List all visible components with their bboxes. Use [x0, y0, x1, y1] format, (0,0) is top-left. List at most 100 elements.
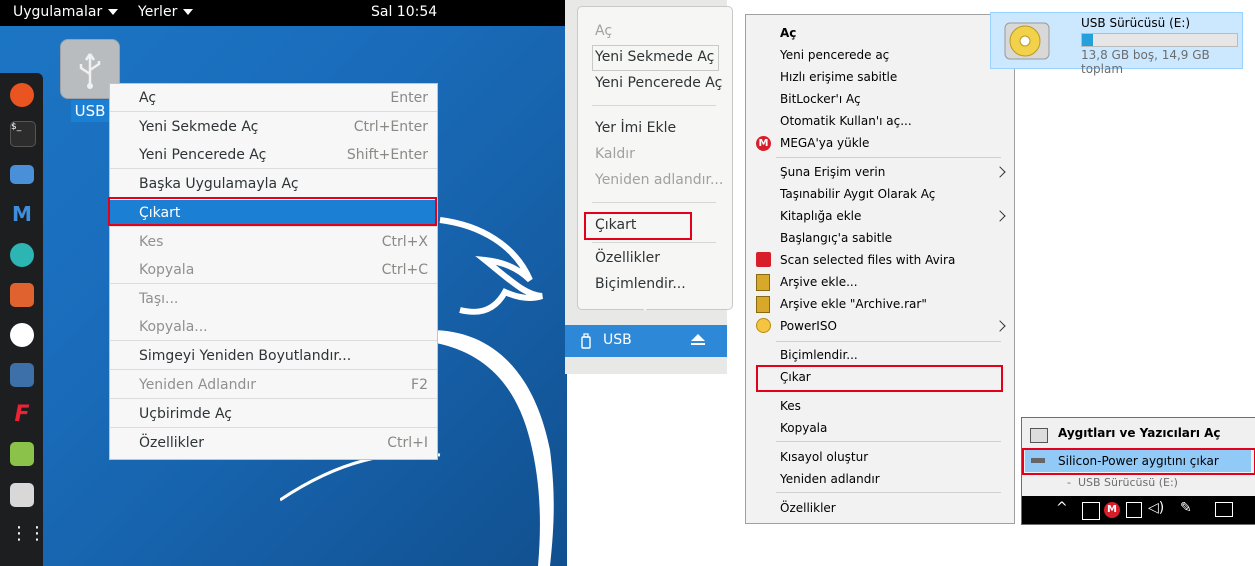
win-item-rename[interactable]: Yeniden adlandır: [780, 472, 880, 486]
pen-icon[interactable]: ✎: [1180, 500, 1192, 516]
win-item-add-archive[interactable]: Arşive ekle...: [780, 275, 858, 289]
volume-icon[interactable]: ◁): [1148, 500, 1164, 516]
gtk-item-open-new-window[interactable]: Yeni Pencerede Aç: [595, 75, 722, 91]
gtk-item-remove[interactable]: Kaldır: [595, 146, 635, 162]
usb-drive-icon: [1004, 22, 1050, 60]
win-item-poweriso[interactable]: PowerISO: [780, 319, 837, 333]
burpsuite-icon[interactable]: [10, 283, 34, 307]
win-item-give-access[interactable]: Şuna Erişim verin: [780, 165, 885, 179]
dropdown-arrow-icon: [108, 9, 119, 15]
beef-icon[interactable]: [10, 363, 34, 387]
menu-separator: [592, 242, 716, 243]
menu-separator: [110, 283, 437, 284]
tray-sub-drive: - USB Sürücüsü (E:): [1067, 476, 1178, 489]
win-item-create-shortcut[interactable]: Kısayol oluştur: [780, 450, 868, 464]
menu-item-open-new-tab[interactable]: Yeni Sekmede Aç Ctrl+Enter: [110, 114, 437, 140]
drive-tile[interactable]: USB Sürücüsü (E:) 13,8 GB boş, 14,9 GB t…: [990, 12, 1243, 76]
gtk-item-rename[interactable]: Yeniden adlandır...: [595, 172, 723, 188]
menu-separator: [110, 369, 437, 370]
gtk-item-open[interactable]: Aç: [595, 23, 612, 39]
submenu-arrow-icon: [994, 210, 1006, 222]
sidebar-item-label: USB: [603, 332, 632, 348]
win-item-avira-scan[interactable]: Scan selected files with Avira: [780, 253, 955, 267]
menu-separator: [776, 492, 1001, 493]
gtk-item-format[interactable]: Biçimlendir...: [595, 276, 686, 292]
winrar-icon: [756, 274, 770, 291]
sidebar-item-usb[interactable]: USB: [565, 325, 727, 357]
menu-item-cut[interactable]: Kes Ctrl+X: [110, 229, 437, 255]
win-item-include-library[interactable]: Kitaplığa ekle: [780, 209, 861, 223]
win-item-cut[interactable]: Kes: [780, 399, 801, 413]
taskbar-tray: ^ M ◁) ✎: [1022, 496, 1255, 524]
safely-remove-icon[interactable]: [1082, 502, 1100, 520]
terminal-icon[interactable]: $_: [10, 121, 36, 147]
win-item-add-archive-rar[interactable]: Arşive ekle "Archive.rar": [780, 297, 927, 311]
popover-arrow: [637, 302, 653, 311]
win-item-open[interactable]: Aç: [780, 26, 796, 40]
win-item-bitlocker[interactable]: BitLocker'ı Aç: [780, 92, 861, 106]
top-bar: Uygulamalar Yerler Sal 10:54: [0, 0, 567, 26]
usb-drive-label[interactable]: USB: [71, 100, 109, 122]
menu-separator: [110, 111, 437, 112]
win-item-pin-start[interactable]: Başlangıç'a sabitle: [780, 231, 892, 245]
folder-icon[interactable]: [10, 165, 34, 184]
menu-separator: [776, 341, 1001, 342]
win-item-mega-upload[interactable]: MEGA'ya yükle: [780, 136, 869, 150]
gtk-item-properties[interactable]: Özellikler: [595, 250, 660, 266]
menu-item-copy[interactable]: Kopyala Ctrl+C: [110, 257, 437, 283]
win-item-pin-quick-access[interactable]: Hızlı erişime sabitle: [780, 70, 897, 84]
mega-icon: M: [756, 136, 771, 151]
menu-separator: [776, 157, 1001, 158]
chevron-up-icon[interactable]: ^: [1056, 500, 1068, 516]
armitage-icon[interactable]: [10, 243, 34, 267]
gtk-item-open-new-tab[interactable]: Yeni Sekmede Aç: [595, 49, 714, 65]
menu-item-open-terminal[interactable]: Uçbirimde Aç: [110, 401, 437, 427]
menu-separator: [110, 427, 437, 428]
menu-item-rename[interactable]: Yeniden Adlandır F2: [110, 372, 437, 398]
usb-drive-icon: [581, 333, 591, 349]
menu-item-move-to[interactable]: Taşı...: [110, 286, 437, 312]
clock[interactable]: Sal 10:54: [371, 4, 437, 20]
faraday-icon[interactable]: F: [10, 403, 34, 427]
win-item-open-portable[interactable]: Taşınabilir Aygıt Olarak Aç: [780, 187, 935, 201]
eject-icon[interactable]: [690, 333, 706, 347]
firefox-icon[interactable]: [10, 83, 34, 107]
menu-separator: [110, 226, 437, 227]
dock: $_ M F ⋮⋮: [0, 73, 46, 566]
maltego-icon[interactable]: [10, 323, 34, 347]
notes-icon[interactable]: [10, 442, 34, 466]
eject-highlight-box: [108, 197, 437, 226]
submenu-arrow-icon: [994, 320, 1006, 332]
devices-printers-icon: [1030, 428, 1048, 443]
win-item-autoplay[interactable]: Otomatik Kullan'ı aç...: [780, 114, 912, 128]
menu-item-open-new-window[interactable]: Yeni Pencerede Aç Shift+Enter: [110, 142, 437, 168]
metasploit-icon[interactable]: M: [10, 202, 34, 226]
win-item-format[interactable]: Biçimlendir...: [780, 348, 858, 362]
gtk-popover-menu: Aç Yeni Sekmede Aç Yeni Pencerede Aç Yer…: [577, 6, 733, 310]
eject-highlight-box: [756, 365, 1003, 392]
menu-separator: [110, 398, 437, 399]
menu-item-copy-to[interactable]: Kopyala...: [110, 314, 437, 340]
winrar-icon: [756, 296, 770, 313]
places-menu[interactable]: Yerler: [138, 4, 194, 20]
screenshot-icon[interactable]: [10, 483, 34, 507]
win-item-properties[interactable]: Özellikler: [780, 501, 836, 515]
eject-highlight-box: [1022, 448, 1255, 475]
menu-item-properties[interactable]: Özellikler Ctrl+I: [110, 430, 437, 456]
action-center-icon[interactable]: [1215, 502, 1233, 517]
show-apps-icon[interactable]: ⋮⋮: [10, 522, 46, 546]
gtk-item-add-bookmark[interactable]: Yer İmi Ekle: [595, 120, 676, 136]
mega-icon[interactable]: M: [1104, 502, 1120, 518]
network-icon[interactable]: [1126, 502, 1142, 518]
win-item-copy[interactable]: Kopyala: [780, 421, 827, 435]
win-item-open-new-window[interactable]: Yeni pencerede aç: [780, 48, 889, 62]
menu-separator: [592, 105, 716, 106]
menu-item-open-with[interactable]: Başka Uygulamayla Aç: [110, 171, 437, 197]
menu-item-open[interactable]: Aç Enter: [110, 85, 437, 111]
tray-open-devices[interactable]: Aygıtları ve Yazıcıları Aç: [1058, 426, 1221, 440]
menu-separator: [110, 168, 437, 169]
apps-menu[interactable]: Uygulamalar: [13, 4, 119, 20]
menu-item-resize-icon[interactable]: Simgeyi Yeniden Boyutlandır...: [110, 343, 437, 369]
dropdown-arrow-icon: [183, 9, 194, 15]
kali-context-menu: Aç Enter Yeni Sekmede Aç Ctrl+Enter Yeni P…: [109, 83, 438, 460]
